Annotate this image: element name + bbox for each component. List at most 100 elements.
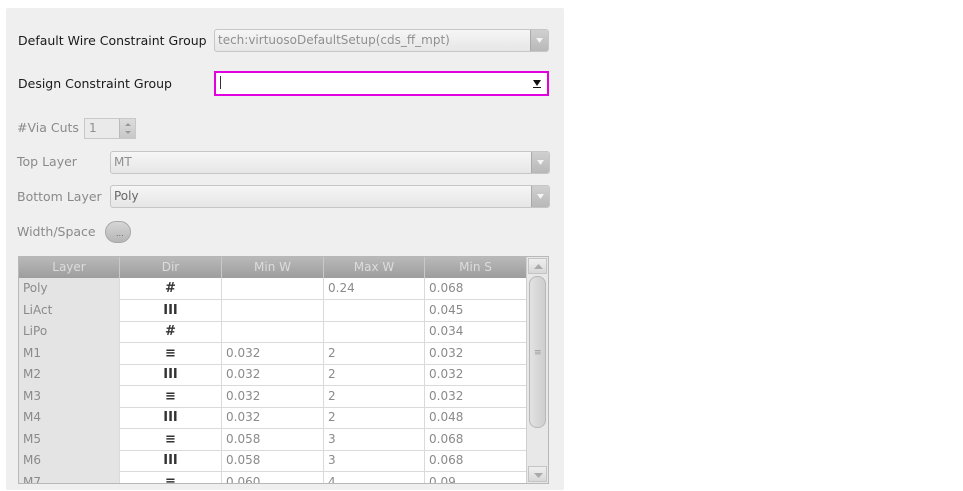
wire-group-combo[interactable]: tech:virtuosoDefaultSetup(cds_ff_mpt) <box>214 29 549 52</box>
vertical-scrollbar[interactable]: ≡ <box>526 257 548 483</box>
column-header-layer[interactable]: Layer <box>19 257 120 278</box>
horizontal-direction-icon[interactable]: ≡ <box>120 428 222 451</box>
table-row[interactable]: LiPo #0.034 <box>19 321 527 343</box>
table-row[interactable]: M6 III 0.058 3 0.068 <box>19 450 527 472</box>
horizontal-direction-icon[interactable]: ≡ <box>120 471 222 483</box>
cell-min-w[interactable]: 0.058 <box>222 450 324 472</box>
top-layer-combo[interactable]: MT <box>110 151 550 174</box>
both-direction-icon[interactable]: # <box>120 278 222 300</box>
cell-min-w[interactable]: 0.032 <box>222 342 324 365</box>
column-header-min-s[interactable]: Min S <box>425 257 527 278</box>
cell-layer[interactable]: M1 <box>19 342 120 365</box>
horizontal-direction-icon[interactable]: ≡ <box>120 385 222 408</box>
cell-min-s[interactable]: 0.068 <box>425 450 527 472</box>
cell-layer[interactable]: LiAct <box>19 299 120 322</box>
cell-min-w[interactable]: 0.032 <box>222 364 324 386</box>
cell-min-s[interactable]: 0.032 <box>425 364 527 386</box>
cell-min-w[interactable] <box>222 278 324 300</box>
wire-group-dropdown-button[interactable] <box>530 30 548 51</box>
cell-min-s[interactable]: 0.045 <box>425 299 527 322</box>
table-row[interactable]: M3 ≡ 0.032 2 0.032 <box>19 385 527 408</box>
cell-layer[interactable]: M3 <box>19 385 120 408</box>
layer-table[interactable]: Layer Dir Min W Max W Min S Poly #0.24 0.0… <box>18 256 549 484</box>
width-space-button[interactable]: ... <box>105 221 131 243</box>
chevron-down-icon <box>536 38 543 43</box>
cell-min-w[interactable] <box>222 321 324 343</box>
top-layer-row: Top Layer MT <box>6 149 564 175</box>
table-row[interactable]: M4 III 0.032 2 0.048 <box>19 407 527 429</box>
vertical-direction-icon[interactable]: III <box>120 299 222 322</box>
design-group-combo[interactable] <box>214 71 549 96</box>
cell-min-s[interactable]: 0.068 <box>425 278 527 300</box>
cell-max-w[interactable]: 2 <box>324 364 425 386</box>
bottom-layer-combo[interactable]: Poly <box>110 185 550 208</box>
cell-min-s[interactable]: 0.034 <box>425 321 527 343</box>
design-group-dropdown-button[interactable] <box>529 73 547 94</box>
via-cuts-value: 1 <box>89 121 97 135</box>
cell-min-w[interactable] <box>222 299 324 322</box>
chevron-down-icon <box>533 80 541 88</box>
table-row[interactable]: M1 ≡ 0.032 2 0.032 <box>19 342 527 365</box>
cell-max-w[interactable] <box>324 299 425 322</box>
column-header-max-w[interactable]: Max W <box>324 257 425 278</box>
bottom-layer-dropdown-button[interactable] <box>531 186 549 207</box>
text-cursor <box>220 76 221 89</box>
bottom-layer-value: Poly <box>114 189 139 203</box>
chevron-down-icon <box>534 473 543 478</box>
cell-min-s[interactable]: 0.032 <box>425 342 527 365</box>
cell-layer[interactable]: M4 <box>19 407 120 429</box>
cell-max-w[interactable] <box>324 321 425 343</box>
cell-layer[interactable]: M2 <box>19 364 120 386</box>
table-row[interactable]: Poly #0.24 0.068 <box>19 278 527 300</box>
chevron-up-icon <box>534 264 543 269</box>
cell-max-w[interactable]: 4 <box>324 471 425 483</box>
cell-min-w[interactable]: 0.032 <box>222 385 324 408</box>
cell-min-s[interactable]: 0.048 <box>425 407 527 429</box>
top-layer-dropdown-button[interactable] <box>531 152 549 173</box>
via-cuts-spinbox[interactable]: 1 <box>84 118 136 139</box>
cell-layer[interactable]: Poly <box>19 278 120 300</box>
vertical-direction-icon[interactable]: III <box>120 450 222 472</box>
scrollbar-thumb[interactable]: ≡ <box>529 276 546 428</box>
cell-min-w[interactable]: 0.060 <box>222 471 324 483</box>
top-layer-label: Top Layer <box>17 154 77 169</box>
cell-min-s[interactable]: 0.09 <box>425 471 527 483</box>
vertical-direction-icon[interactable]: III <box>120 407 222 429</box>
via-cuts-label: #Via Cuts <box>17 120 79 135</box>
cell-max-w[interactable]: 0.24 <box>324 278 425 300</box>
cell-min-s[interactable]: 0.068 <box>425 428 527 451</box>
cell-layer[interactable]: LiPo <box>19 321 120 343</box>
cell-max-w[interactable]: 2 <box>324 342 425 365</box>
column-header-dir[interactable]: Dir <box>120 257 222 278</box>
table-row[interactable]: M5 ≡ 0.058 3 0.068 <box>19 428 527 451</box>
horizontal-direction-icon[interactable]: ≡ <box>120 342 222 365</box>
ellipsis-icon: ... <box>116 229 124 238</box>
cell-min-w[interactable]: 0.032 <box>222 407 324 429</box>
width-space-row: Width/Space ... <box>6 219 564 245</box>
both-direction-icon[interactable]: # <box>120 321 222 343</box>
via-cuts-row: #Via Cuts 1 <box>6 115 564 141</box>
cell-min-w[interactable]: 0.058 <box>222 428 324 451</box>
cell-max-w[interactable]: 2 <box>324 385 425 408</box>
cell-layer[interactable]: M7 <box>19 471 120 483</box>
design-group-row: Design Constraint Group <box>6 71 564 97</box>
cell-layer[interactable]: M5 <box>19 428 120 451</box>
design-group-label: Design Constraint Group <box>18 76 172 91</box>
table-row[interactable]: M2 III 0.032 2 0.032 <box>19 364 527 386</box>
grip-icon: ≡ <box>534 348 542 358</box>
scroll-down-button[interactable] <box>528 466 547 482</box>
spin-arrows-icon[interactable] <box>119 119 135 138</box>
table-row[interactable]: LiAct III 0.045 <box>19 299 527 322</box>
table-row[interactable]: M7 ≡ 0.060 4 0.09 <box>19 471 527 483</box>
column-header-min-w[interactable]: Min W <box>222 257 324 278</box>
cell-min-s[interactable]: 0.032 <box>425 385 527 408</box>
wire-group-row: Default Wire Constraint Group tech:virtu… <box>6 28 564 54</box>
chevron-down-icon <box>537 160 544 165</box>
top-layer-value: MT <box>114 155 132 169</box>
cell-max-w[interactable]: 3 <box>324 428 425 451</box>
cell-max-w[interactable]: 2 <box>324 407 425 429</box>
cell-max-w[interactable]: 3 <box>324 450 425 472</box>
vertical-direction-icon[interactable]: III <box>120 364 222 386</box>
cell-layer[interactable]: M6 <box>19 450 120 472</box>
scroll-up-button[interactable] <box>528 258 547 274</box>
